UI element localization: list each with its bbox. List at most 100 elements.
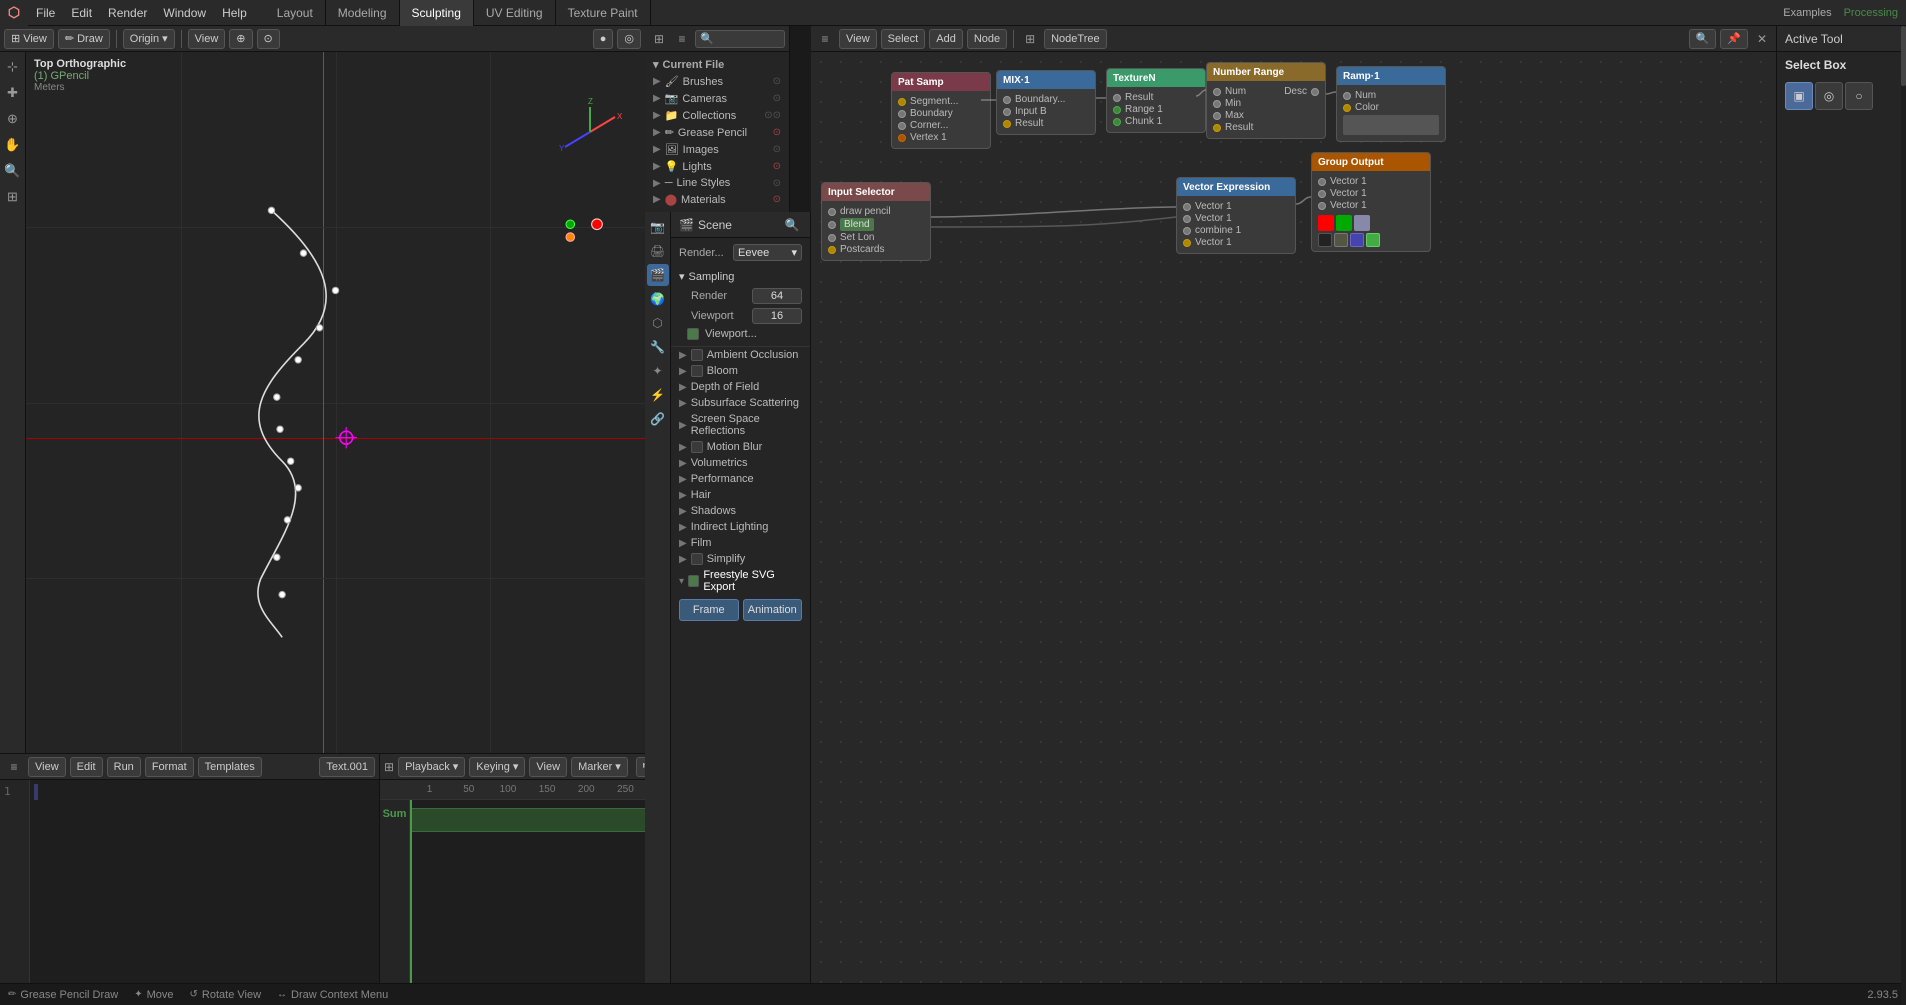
props-icon-render[interactable]: 📷 bbox=[647, 216, 669, 238]
search-box[interactable]: 🔍 bbox=[695, 30, 785, 48]
node-node-btn[interactable]: Node bbox=[967, 29, 1007, 49]
menu-window[interactable]: Window bbox=[155, 0, 214, 26]
menu-file[interactable]: File bbox=[28, 0, 63, 26]
node-add-btn[interactable]: Add bbox=[929, 29, 963, 49]
node-search-btn[interactable]: 🔍 bbox=[1689, 29, 1717, 49]
node-close-btn[interactable]: ✕ bbox=[1752, 29, 1772, 49]
view-btn[interactable]: View bbox=[188, 29, 226, 49]
tab-layout[interactable]: Layout bbox=[265, 0, 326, 26]
scene-search-btn[interactable]: 🔍 bbox=[782, 215, 802, 235]
view-mode-selector[interactable]: ⊞ View bbox=[4, 29, 54, 49]
freestyle-checkbox[interactable] bbox=[688, 575, 699, 587]
frame-btn[interactable]: Frame bbox=[679, 599, 739, 621]
indirect-lighting-item[interactable]: ▶ Indirect Lighting bbox=[671, 519, 810, 535]
tree-item-materials[interactable]: ▶ ⬤ Materials ⊙ bbox=[645, 191, 789, 208]
props-icon-physics[interactable]: ⚡ bbox=[647, 384, 669, 406]
props-icon-object[interactable]: ⬡ bbox=[647, 312, 669, 334]
mb-checkbox[interactable] bbox=[691, 441, 703, 453]
tool-select-circle-btn[interactable]: ◎ bbox=[1815, 82, 1843, 110]
tab-modeling[interactable]: Modeling bbox=[326, 0, 400, 26]
draw-mode-btn[interactable]: ✏ Draw bbox=[58, 29, 110, 49]
tab-uv-editing[interactable]: UV Editing bbox=[474, 0, 556, 26]
viewport-checkbox[interactable] bbox=[687, 328, 699, 340]
tool-select[interactable]: ⊹ bbox=[2, 56, 24, 78]
keying-btn[interactable]: Keying ▾ bbox=[469, 757, 525, 777]
node-input-selector[interactable]: Input Selector draw pencil Blend Set Lon… bbox=[821, 182, 931, 261]
play-btn[interactable]: ⏮ bbox=[636, 757, 645, 777]
props-icon-modifier[interactable]: 🔧 bbox=[647, 336, 669, 358]
node-pat-samp[interactable]: Pat Samp Segment... Boundary Corner... V… bbox=[891, 72, 991, 149]
motion-blur-item[interactable]: ▶ Motion Blur bbox=[671, 439, 810, 455]
overlay-btn[interactable]: ⊙ bbox=[257, 29, 280, 49]
marker-btn[interactable]: Marker ▾ bbox=[571, 757, 628, 777]
shading-solid-btn[interactable]: ● bbox=[593, 29, 614, 49]
ao-checkbox[interactable] bbox=[691, 349, 703, 361]
right-scrollbar[interactable] bbox=[1901, 26, 1906, 983]
tree-item-collections[interactable]: ▶ 📁 Collections ⊙⊙ bbox=[645, 107, 789, 124]
text-format-btn[interactable]: Format bbox=[145, 757, 194, 777]
tree-item-brushes[interactable]: ▶ 🖌 Brushes ⊙ bbox=[645, 73, 789, 90]
tab-texture-paint[interactable]: Texture Paint bbox=[556, 0, 651, 26]
playback-btn[interactable]: Playback ▾ bbox=[398, 757, 465, 777]
node-vector-expression[interactable]: Vector Expression Vector 1 Vector 1 comb… bbox=[1176, 177, 1296, 254]
props-icon-particles[interactable]: ✦ bbox=[647, 360, 669, 382]
shading-render-btn[interactable]: ◎ bbox=[617, 29, 641, 49]
props-icon-constraints[interactable]: 🔗 bbox=[647, 408, 669, 430]
node-ramp1[interactable]: Ramp·1 Num Color bbox=[1336, 66, 1446, 142]
tree-item-cameras[interactable]: ▶ 📷 Cameras ⊙ bbox=[645, 90, 789, 107]
render-value[interactable]: 64 bbox=[752, 288, 802, 304]
tool-select-lasso-btn[interactable]: ○ bbox=[1845, 82, 1873, 110]
tree-item-lights[interactable]: ▶ 💡 Lights ⊙ bbox=[645, 158, 789, 175]
tree-item-grease-pencil[interactable]: ▶ ✏ Grease Pencil ⊙ bbox=[645, 124, 789, 141]
node-pin-btn[interactable]: 📌 bbox=[1720, 29, 1748, 49]
snapping-btn[interactable]: ⊕ bbox=[229, 29, 252, 49]
sort-icon[interactable]: ≡ bbox=[672, 29, 692, 49]
shadows-item[interactable]: ▶ Shadows bbox=[671, 503, 810, 519]
simplify-checkbox[interactable] bbox=[691, 553, 703, 565]
node-view-btn[interactable]: View bbox=[839, 29, 877, 49]
menu-edit[interactable]: Edit bbox=[63, 0, 100, 26]
props-icon-world[interactable]: 🌍 bbox=[647, 288, 669, 310]
node-type-icon[interactable]: ⊞ bbox=[1020, 29, 1040, 49]
node-mix1[interactable]: MIX·1 Boundary... Input B Result bbox=[996, 70, 1096, 135]
tree-item-line-styles[interactable]: ▶ ─ Line Styles ⊙ bbox=[645, 175, 789, 191]
is-dropdown[interactable]: Blend bbox=[840, 218, 874, 231]
tool-move[interactable]: ✚ bbox=[2, 82, 24, 104]
editor-content[interactable] bbox=[30, 780, 379, 983]
depth-of-field-item[interactable]: ▶ Depth of Field bbox=[671, 379, 810, 395]
subsurface-item[interactable]: ▶ Subsurface Scattering bbox=[671, 395, 810, 411]
filter-icon[interactable]: ⊞ bbox=[649, 29, 669, 49]
simplify-item[interactable]: ▶ Simplify bbox=[671, 551, 810, 567]
text-templates-btn[interactable]: Templates bbox=[198, 757, 262, 777]
props-icon-output[interactable]: 🖨 bbox=[647, 240, 669, 262]
text-edit-btn[interactable]: Edit bbox=[70, 757, 103, 777]
tool-select-box-btn[interactable]: ▣ bbox=[1785, 82, 1813, 110]
node-number-range[interactable]: Number Range NumDesc Min Max Result bbox=[1206, 62, 1326, 139]
props-icon-scene[interactable]: 🎬 bbox=[647, 264, 669, 286]
node-select-btn[interactable]: Select bbox=[881, 29, 926, 49]
text-file-name[interactable]: Text.001 bbox=[319, 757, 375, 777]
bloom-checkbox[interactable] bbox=[691, 365, 703, 377]
tool-cursor[interactable]: ⊕ bbox=[2, 108, 24, 130]
sampling-header[interactable]: ▾ Sampling bbox=[671, 267, 810, 286]
viewport-value[interactable]: 16 bbox=[752, 308, 802, 324]
origin-btn[interactable]: Origin ▾ bbox=[123, 29, 175, 49]
tool-grid[interactable]: ⊞ bbox=[2, 186, 24, 208]
animation-btn[interactable]: Animation bbox=[743, 599, 803, 621]
performance-item[interactable]: ▶ Performance bbox=[671, 471, 810, 487]
menu-render[interactable]: Render bbox=[100, 0, 155, 26]
film-item[interactable]: ▶ Film bbox=[671, 535, 810, 551]
volumetrics-item[interactable]: ▶ Volumetrics bbox=[671, 455, 810, 471]
menu-help[interactable]: Help bbox=[214, 0, 255, 26]
tool-zoom[interactable]: 🔍 bbox=[2, 160, 24, 182]
render-engine-dropdown[interactable]: Eevee ▾ bbox=[733, 244, 802, 261]
node-editor-menu-icon[interactable]: ≡ bbox=[815, 29, 835, 49]
text-view-btn[interactable]: View bbox=[28, 757, 66, 777]
tree-item-images[interactable]: ▶ 🖼 Images ⊙ bbox=[645, 141, 789, 158]
node-group-output[interactable]: Group Output Vector 1 Vector 1 Vector 1 bbox=[1311, 152, 1431, 252]
ambient-occlusion-item[interactable]: ▶ Ambient Occlusion bbox=[671, 347, 810, 363]
screen-space-item[interactable]: ▶ Screen Space Reflections bbox=[671, 411, 810, 439]
node-texturem[interactable]: TextureN Result Range 1 Chunk 1 bbox=[1106, 68, 1206, 133]
bloom-item[interactable]: ▶ Bloom bbox=[671, 363, 810, 379]
view-timeline-btn[interactable]: View bbox=[529, 757, 567, 777]
